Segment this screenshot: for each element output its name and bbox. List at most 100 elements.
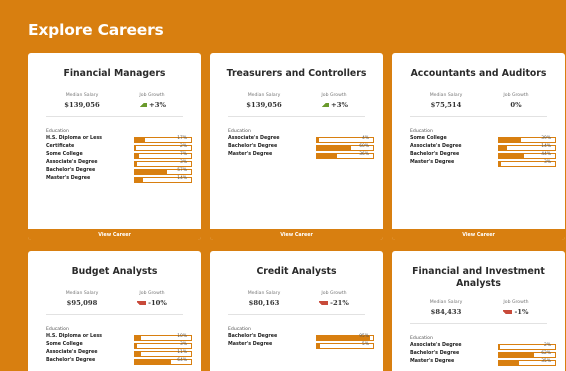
education-bar-fill: [317, 146, 351, 150]
growth-down-icon: [503, 310, 513, 314]
education-level: Associate's Degree: [46, 160, 98, 165]
career-card: Accountants and Auditors Median Salary $75…: [392, 53, 565, 240]
view-career-button[interactable]: View Career: [392, 227, 565, 240]
median-salary-value: $95,098: [66, 299, 98, 307]
education-row: Some College 7%: [46, 152, 192, 159]
view-career-button[interactable]: View Career: [28, 227, 201, 240]
career-card: Budget Analysts Median Salary $95,098 Job G…: [28, 251, 201, 371]
education-bar-fill: [135, 162, 137, 166]
median-salary-value: $84,433: [430, 308, 462, 316]
education-bar-fill: [135, 360, 171, 364]
divider: [228, 116, 365, 117]
education-level: Bachelor's Degree: [228, 144, 278, 149]
education-row: Bachelor's Degree 60%: [228, 144, 374, 151]
growth-up-icon: [138, 103, 148, 107]
median-salary-value: $80,163: [248, 299, 280, 307]
education-row: H.S. Diploma or Less 10%: [46, 334, 192, 341]
education-bar-fill: [135, 178, 143, 182]
growth-up-icon: [320, 103, 330, 107]
education-level: Bachelor's Degree: [410, 152, 460, 157]
career-title[interactable]: Accountants and Auditors: [392, 68, 565, 80]
education-percent: 3%: [544, 160, 551, 165]
career-card: Treasurers and Controllers Median Salary $…: [210, 53, 383, 240]
education-bar-fill: [135, 146, 137, 150]
education-percent: 2%: [180, 144, 187, 149]
education-percent: 35%: [541, 359, 551, 364]
education-bar-fill: [499, 138, 521, 142]
education-row: Associate's Degree 14%: [410, 144, 556, 151]
job-growth-label: Job Growth: [321, 291, 347, 296]
education-level: Master's Degree: [46, 176, 91, 181]
education-label: Education: [228, 327, 251, 332]
education-row: H.S. Diploma or Less 17%: [46, 136, 192, 143]
education-level: Bachelor's Degree: [46, 168, 96, 173]
job-growth-text: +3%: [149, 101, 166, 109]
median-salary-label: Median Salary: [65, 93, 99, 98]
growth-down-icon: [319, 301, 329, 305]
education-label: Education: [228, 129, 251, 134]
education-percent: 14%: [541, 144, 551, 149]
education-level: Associate's Degree: [410, 343, 462, 348]
education-bar-fill: [317, 344, 320, 348]
career-title[interactable]: Budget Analysts: [28, 266, 201, 278]
job-growth-text: +3%: [331, 101, 348, 109]
education-level: Certificate: [46, 144, 75, 149]
job-growth-label: Job Growth: [321, 93, 347, 98]
career-card: Financial Managers Median Salary $139,056 J…: [28, 53, 201, 240]
divider: [410, 116, 547, 117]
education-percent: 17%: [177, 136, 187, 141]
education-percent: 5%: [362, 342, 369, 347]
education-percent: 3%: [180, 342, 187, 347]
education-level: Master's Degree: [410, 160, 455, 165]
education-percent: 11%: [177, 350, 187, 355]
education-bar-fill: [135, 344, 137, 348]
career-card: Financial and Investment Analysts Median …: [392, 251, 565, 371]
education-row: Bachelor's Degree 57%: [46, 168, 192, 175]
growth-down-icon: [137, 301, 147, 305]
education-bar-fill: [317, 154, 338, 158]
view-career-button[interactable]: View Career: [210, 227, 383, 240]
education-row: Bachelor's Degree 64%: [46, 358, 192, 365]
education-level: Bachelor's Degree: [228, 334, 278, 339]
education-percent: 44%: [541, 152, 551, 157]
job-growth-text: -1%: [514, 308, 529, 316]
education-row: Master's Degree 5%: [228, 342, 374, 349]
education-percent: 3%: [180, 160, 187, 165]
median-salary-label: Median Salary: [429, 300, 463, 305]
education-level: Some College: [410, 136, 447, 141]
education-label: Education: [46, 327, 69, 332]
career-title[interactable]: Financial Managers: [28, 68, 201, 80]
education-row: Bachelor's Degree 95%: [228, 334, 374, 341]
job-growth-label: Job Growth: [503, 93, 529, 98]
education-bar-fill: [499, 353, 534, 357]
job-growth-text: -21%: [330, 299, 349, 307]
median-salary-value: $75,514: [430, 101, 462, 109]
education-row: Associate's Degree 3%: [46, 160, 192, 167]
education-row: Certificate 2%: [46, 144, 192, 151]
career-title[interactable]: Credit Analysts: [210, 266, 383, 278]
job-growth-value: -10%: [122, 299, 182, 307]
education-percent: 7%: [180, 152, 187, 157]
education-bar-fill: [499, 146, 507, 150]
education-row: Bachelor's Degree 62%: [410, 351, 556, 358]
education-row: Bachelor's Degree 44%: [410, 152, 556, 159]
education-bar-fill: [135, 138, 145, 142]
education-label: Education: [46, 129, 69, 134]
education-row: Master's Degree 35%: [410, 359, 556, 366]
job-growth-label: Job Growth: [503, 300, 529, 305]
education-level: Some College: [46, 342, 83, 347]
divider: [46, 116, 183, 117]
career-title[interactable]: Treasurers and Controllers: [210, 68, 383, 80]
job-growth-value: 0%: [486, 101, 546, 109]
education-bar-fill: [135, 352, 142, 356]
education-row: Master's Degree 36%: [228, 152, 374, 159]
education-level: H.S. Diploma or Less: [46, 136, 103, 141]
divider: [410, 323, 547, 324]
median-salary-label: Median Salary: [65, 291, 99, 296]
education-row: Master's Degree 3%: [410, 160, 556, 167]
education-bar-fill: [499, 345, 501, 349]
career-title[interactable]: Financial and Investment Analysts: [392, 266, 565, 290]
education-bar-fill: [135, 336, 141, 340]
education-label: Education: [410, 336, 433, 341]
job-growth-value: -21%: [304, 299, 364, 307]
